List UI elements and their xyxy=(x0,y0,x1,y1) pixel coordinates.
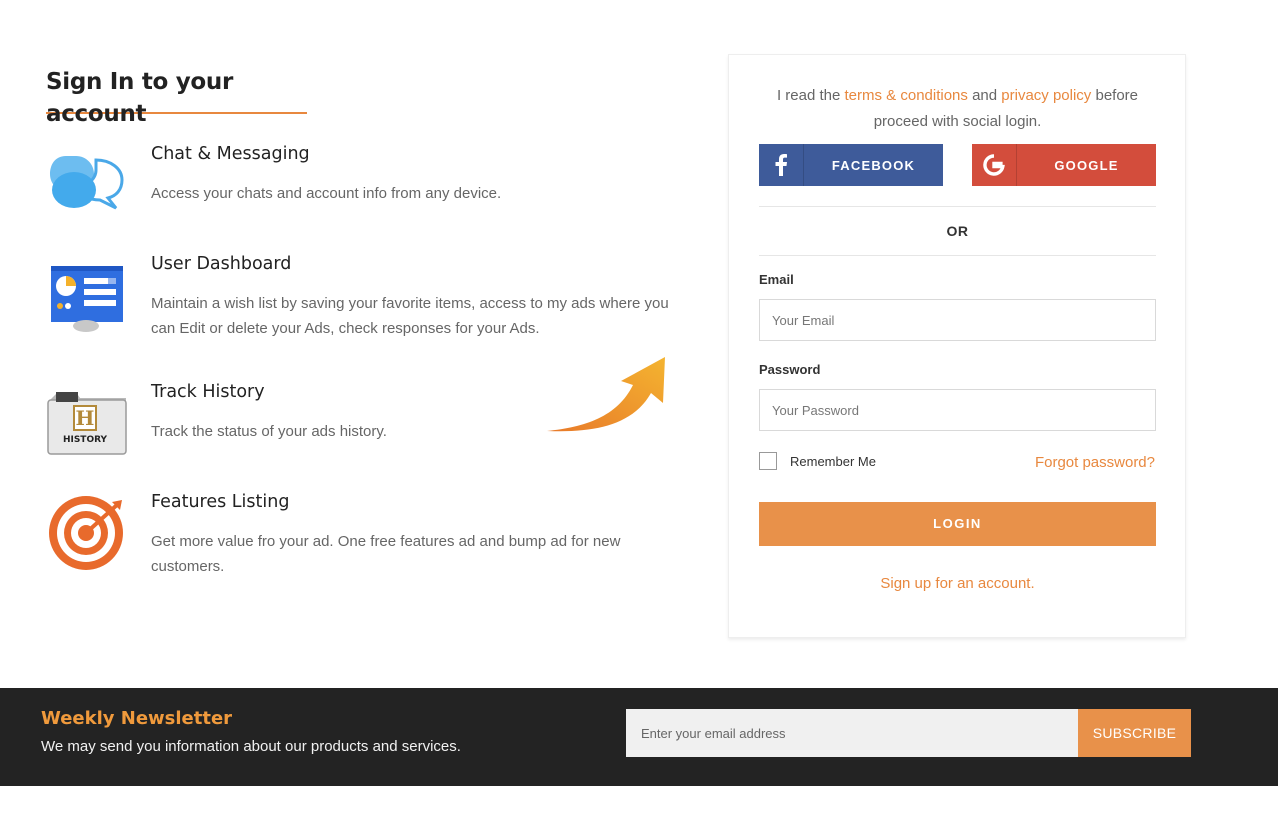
dashboard-icon xyxy=(46,254,130,338)
google-icon xyxy=(972,144,1017,186)
terms-notice: I read the terms & conditions and privac… xyxy=(759,83,1156,135)
feature-chat: Chat & Messaging Access your chats and a… xyxy=(46,144,696,224)
newsletter-subtitle: We may send you information about our pr… xyxy=(41,738,461,755)
feature-title: Track History xyxy=(151,382,265,402)
feature-description: Access your chats and account info from … xyxy=(151,185,502,202)
title-wrapper: Sign In to your account xyxy=(46,66,307,127)
newsletter-title: Weekly Newsletter xyxy=(41,708,233,729)
feature-dashboard: User Dashboard Maintain a wish list by s… xyxy=(46,254,696,344)
google-login-button[interactable]: GOOGLE xyxy=(972,144,1156,186)
remember-me-checkbox[interactable] xyxy=(759,452,777,470)
curved-arrow-icon xyxy=(545,355,670,435)
signin-card: I read the terms & conditions and privac… xyxy=(728,54,1186,638)
email-label: Email xyxy=(759,272,794,287)
google-label: GOOGLE xyxy=(1054,157,1119,173)
feature-listing: Features Listing Get more value fro your… xyxy=(46,492,696,575)
newsletter-email-input[interactable] xyxy=(626,709,1078,757)
feature-title: User Dashboard xyxy=(151,254,292,274)
subscribe-button[interactable]: SUBSCRIBE xyxy=(1078,709,1191,757)
newsletter-bar: Weekly Newsletter We may send you inform… xyxy=(0,688,1278,786)
login-button[interactable]: LOGIN xyxy=(759,502,1156,546)
email-field[interactable] xyxy=(759,299,1156,341)
chat-bubbles-icon xyxy=(46,144,130,228)
password-label: Password xyxy=(759,362,821,377)
privacy-link[interactable]: privacy policy xyxy=(1001,87,1091,104)
or-divider: OR xyxy=(759,206,1156,256)
target-icon xyxy=(46,492,130,576)
terms-text-and: and xyxy=(967,87,1002,104)
feature-description: Maintain a wish list by saving your favo… xyxy=(151,295,669,337)
page-title: Sign In to your account xyxy=(46,69,234,127)
terms-text: I read the xyxy=(776,87,845,104)
remember-me-label: Remember Me xyxy=(790,453,876,469)
svg-text:HISTORY: HISTORY xyxy=(63,435,108,445)
facebook-label: FACEBOOK xyxy=(831,157,916,173)
terms-link[interactable]: terms & conditions xyxy=(845,87,968,104)
signup-link[interactable]: Sign up for an account. xyxy=(759,575,1156,592)
password-field[interactable] xyxy=(759,389,1156,431)
remember-me: Remember Me xyxy=(759,452,876,470)
facebook-login-button[interactable]: FACEBOOK xyxy=(759,144,943,186)
svg-text:H: H xyxy=(76,406,95,430)
facebook-icon xyxy=(759,144,804,186)
feature-title: Features Listing xyxy=(151,492,290,512)
feature-title: Chat & Messaging xyxy=(151,144,310,164)
history-folder-icon: H HISTORY xyxy=(46,382,130,466)
feature-description: Get more value fro your ad. One free fea… xyxy=(151,533,621,575)
forgot-password-link[interactable]: Forgot password? xyxy=(1035,454,1155,471)
